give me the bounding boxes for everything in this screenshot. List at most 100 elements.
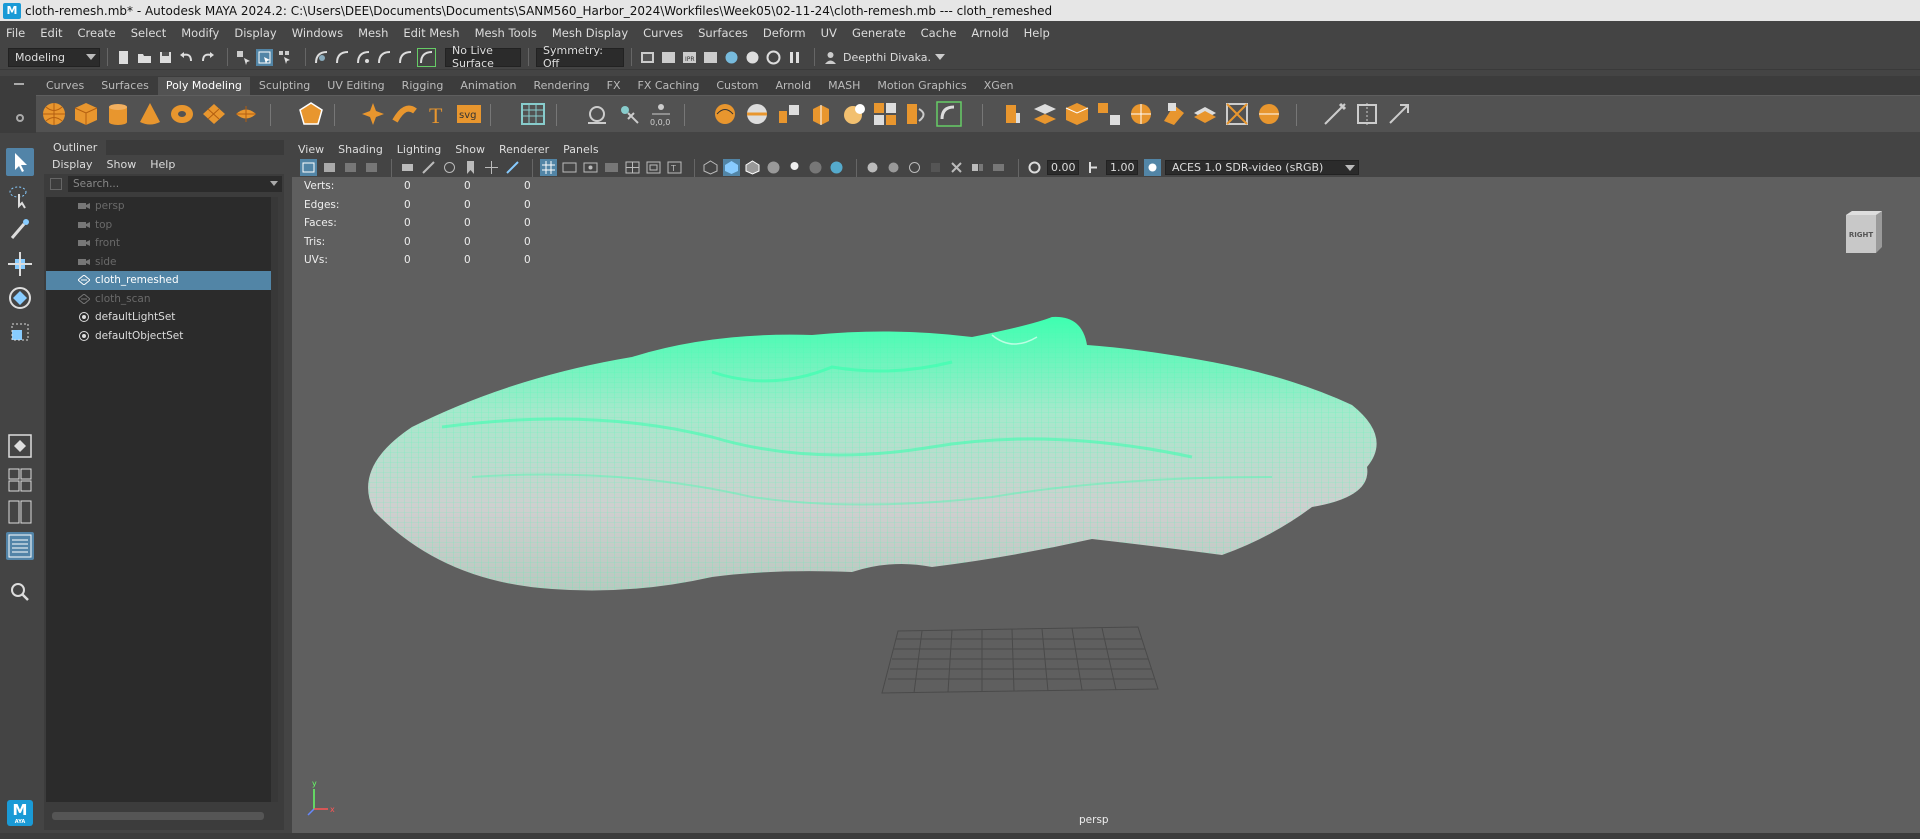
- render-sequence-icon[interactable]: [660, 49, 677, 66]
- tab-mash[interactable]: MASH: [820, 77, 868, 95]
- menu-cache[interactable]: Cache: [921, 26, 957, 40]
- new-scene-icon[interactable]: [115, 49, 132, 66]
- select-camera-icon[interactable]: [300, 159, 317, 176]
- gate-mask-icon[interactable]: [603, 159, 620, 176]
- filter-icon[interactable]: [50, 178, 62, 190]
- poly-cube-icon[interactable]: [73, 101, 99, 127]
- viewport-menu-show[interactable]: Show: [455, 143, 485, 156]
- outliner-vertical-scrollbar[interactable]: [271, 197, 278, 802]
- redo-icon[interactable]: [199, 49, 216, 66]
- select-tool[interactable]: [6, 148, 34, 176]
- menu-windows[interactable]: Windows: [292, 26, 343, 40]
- outliner-item-side[interactable]: side: [46, 253, 272, 272]
- outliner-horizontal-scrollbar[interactable]: [52, 812, 264, 820]
- remesh-icon[interactable]: [936, 101, 962, 127]
- menu-help[interactable]: Help: [1024, 26, 1050, 40]
- resolution-gate-icon[interactable]: [582, 159, 599, 176]
- outliner-item-cloth-remeshed[interactable]: cloth_remeshed: [46, 271, 272, 290]
- hypershade-icon[interactable]: [723, 49, 740, 66]
- poke-icon[interactable]: [1160, 101, 1186, 127]
- tab-rigging[interactable]: Rigging: [394, 77, 452, 95]
- tab-animation[interactable]: Animation: [452, 77, 524, 95]
- outliner-search-input[interactable]: Search...: [68, 176, 282, 192]
- snap-view-plane-icon[interactable]: [376, 49, 393, 66]
- menu-file[interactable]: File: [6, 26, 25, 40]
- menu-modify[interactable]: Modify: [181, 26, 219, 40]
- tab-surfaces[interactable]: Surfaces: [93, 77, 157, 95]
- center-pivot-icon[interactable]: [616, 101, 642, 127]
- poly-plane-icon[interactable]: [201, 101, 227, 127]
- safe-title-icon[interactable]: T: [666, 159, 683, 176]
- motion-blur-icon[interactable]: [864, 159, 881, 176]
- save-scene-icon[interactable]: [157, 49, 174, 66]
- platonic-solid-icon[interactable]: [298, 101, 324, 127]
- lasso-tool[interactable]: [6, 182, 34, 210]
- 2d-pan-zoom-icon[interactable]: [399, 159, 416, 176]
- view-cube[interactable]: RIGHT: [1844, 209, 1884, 255]
- outliner-tab[interactable]: Outliner: [44, 140, 107, 155]
- menu-edit[interactable]: Edit: [40, 26, 62, 40]
- mirror-icon[interactable]: [904, 101, 930, 127]
- film-gate-icon[interactable]: [561, 159, 578, 176]
- menu-generate[interactable]: Generate: [852, 26, 906, 40]
- safe-action-icon[interactable]: [645, 159, 662, 176]
- render-settings-icon[interactable]: [702, 49, 719, 66]
- select-by-hierarchy-icon[interactable]: [235, 49, 252, 66]
- measure-tool-icon[interactable]: [584, 101, 610, 127]
- arnold-pause-icon[interactable]: [786, 49, 803, 66]
- poly-cylinder-icon[interactable]: [105, 101, 131, 127]
- camera-view-icon[interactable]: [441, 159, 458, 176]
- ipr-render-icon[interactable]: IPR: [681, 49, 698, 66]
- menu-deform[interactable]: Deform: [763, 26, 806, 40]
- tab-curves[interactable]: Curves: [38, 77, 92, 95]
- scale-tool[interactable]: [6, 318, 34, 346]
- menu-arnold[interactable]: Arnold: [971, 26, 1008, 40]
- image-plane-icon[interactable]: [363, 159, 380, 176]
- svg-tool-icon[interactable]: svg: [456, 101, 482, 127]
- grease-pencil-icon[interactable]: [420, 159, 437, 176]
- shadows-icon[interactable]: [807, 159, 824, 176]
- outliner-item-default-object-set[interactable]: defaultObjectSet: [46, 327, 272, 346]
- wedge-icon[interactable]: [1192, 101, 1218, 127]
- gamma-field[interactable]: 1.00: [1106, 160, 1138, 175]
- poly-cone-icon[interactable]: [137, 101, 163, 127]
- outliner-menu-display[interactable]: Display: [52, 158, 93, 171]
- persp-outliner-layout[interactable]: [6, 498, 34, 526]
- smooth-icon[interactable]: [840, 101, 866, 127]
- tab-poly-modeling[interactable]: Poly Modeling: [157, 77, 250, 95]
- menu-mesh-display[interactable]: Mesh Display: [552, 26, 628, 40]
- tab-uv-editing[interactable]: UV Editing: [319, 77, 392, 95]
- xray-components-icon[interactable]: [990, 159, 1007, 176]
- anti-aliasing-icon[interactable]: [885, 159, 902, 176]
- sweep-mesh-icon[interactable]: [392, 101, 418, 127]
- view-transform-dropdown[interactable]: ACES 1.0 SDR-video (sRGB): [1165, 160, 1359, 175]
- undo-icon[interactable]: [178, 49, 195, 66]
- single-perspective-layout[interactable]: [6, 432, 34, 460]
- menu-edit-mesh[interactable]: Edit Mesh: [403, 26, 459, 40]
- pen-icon[interactable]: [504, 159, 521, 176]
- outliner-item-default-light-set[interactable]: defaultLightSet: [46, 308, 272, 327]
- tab-motion-graphics[interactable]: Motion Graphics: [869, 77, 974, 95]
- fill-hole-icon[interactable]: [1224, 101, 1250, 127]
- append-polygon-icon[interactable]: [1096, 101, 1122, 127]
- viewport-menu-panels[interactable]: Panels: [563, 143, 598, 156]
- poly-torus-icon[interactable]: [169, 101, 195, 127]
- textured-icon[interactable]: [765, 159, 782, 176]
- live-surface-field[interactable]: No Live Surface: [445, 44, 521, 70]
- depth-of-field-icon[interactable]: [906, 159, 923, 176]
- ambient-occlusion-icon[interactable]: [828, 159, 845, 176]
- tab-xgen[interactable]: XGen: [976, 77, 1022, 95]
- viewport-menu-lighting[interactable]: Lighting: [397, 143, 441, 156]
- maya-home-icon[interactable]: M AYA: [7, 800, 33, 826]
- tab-sculpting[interactable]: Sculpting: [251, 77, 318, 95]
- snap-grid-icon[interactable]: [313, 49, 330, 66]
- wireframe-on-shaded-icon[interactable]: [744, 159, 761, 176]
- xray-icon[interactable]: [948, 159, 965, 176]
- menu-curves[interactable]: Curves: [643, 26, 683, 40]
- exposure-field[interactable]: 0.00: [1047, 160, 1079, 175]
- wireframe-pivot-icon[interactable]: [483, 159, 500, 176]
- field-chart-icon[interactable]: [624, 159, 641, 176]
- tab-arnold[interactable]: Arnold: [767, 77, 819, 95]
- type-tool-icon[interactable]: T: [424, 101, 450, 127]
- poly-disc-icon[interactable]: [233, 101, 259, 127]
